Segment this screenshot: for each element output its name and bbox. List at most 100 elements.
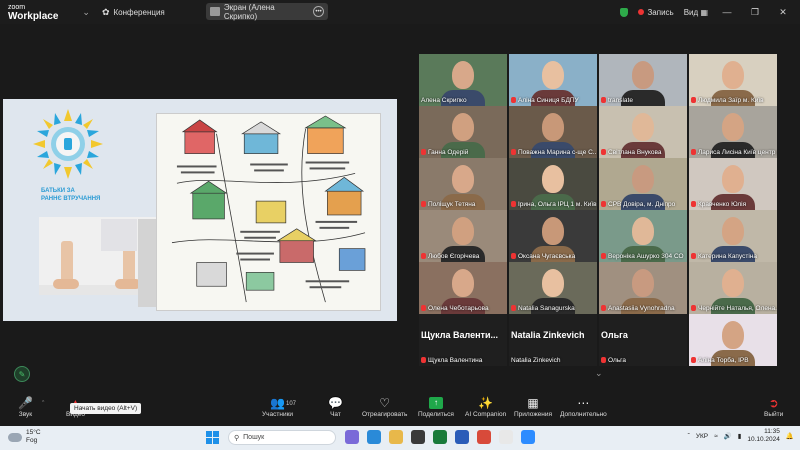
participant-name-text: Чернійте Наталья, Олена...	[698, 305, 777, 312]
tray-caret-icon[interactable]: ˆ	[688, 433, 690, 440]
paw-icon: ✿	[101, 6, 110, 17]
more-options-icon[interactable]: •••	[313, 6, 324, 17]
participant-tile[interactable]: Чернійте Наталья, Олена...	[689, 262, 777, 314]
participant-tile[interactable]: Поважна Марина с-ще С...	[509, 106, 597, 158]
zoom-app-icon[interactable]	[521, 430, 535, 444]
participant-name: Natalia Sanagurska	[509, 304, 597, 314]
mic-muted-icon	[691, 97, 696, 103]
participant-tile[interactable]: Лариса Лисіна Київ центр р...	[689, 106, 777, 158]
participant-tile[interactable]: Кравченко Юлія	[689, 158, 777, 210]
mic-muted-icon	[511, 201, 516, 207]
share-button[interactable]: ↑ Поделиться	[418, 395, 454, 418]
conference-button[interactable]: ✿ Конференция	[102, 7, 165, 18]
windows-start-icon[interactable]	[206, 431, 219, 444]
weather-widget[interactable]: 15°C Fog	[8, 429, 41, 445]
chat-button[interactable]: 💬 Чат	[328, 395, 343, 418]
react-button[interactable]: ♡ Отреагировать	[362, 395, 407, 418]
participant-tile[interactable]: Алена Скрипко	[419, 54, 507, 106]
language-indicator[interactable]: УКР	[696, 433, 708, 440]
participant-tile[interactable]: Вероніка Ашурко 304 СО	[599, 210, 687, 262]
participant-tile[interactable]: translate	[599, 54, 687, 106]
participant-tile[interactable]: Natalia Zinkevich Natalia Zinkevich	[509, 314, 597, 366]
shield-icon[interactable]	[620, 7, 629, 17]
file-explorer-icon[interactable]	[389, 430, 403, 444]
audio-options-caret-icon[interactable]: ˆ	[42, 401, 44, 408]
search-placeholder: Пошук	[243, 434, 265, 441]
participant-name: Natalia Zinkevich	[509, 356, 597, 366]
edge-icon[interactable]	[367, 430, 381, 444]
participant-name: Ольга	[599, 356, 687, 366]
sparkle-icon: ✨	[478, 396, 494, 410]
participant-name: Лариса Лисіна Київ центр р...	[689, 148, 777, 158]
close-button[interactable]: ✕	[774, 7, 792, 18]
participant-tile[interactable]: СРВ Довіра, м. Дніпро	[599, 158, 687, 210]
more-button[interactable]: ⋯ Дополнительно	[560, 395, 607, 418]
view-menu[interactable]: Вид ▦	[684, 8, 708, 17]
gallery-next-page-icon[interactable]: ⌄	[595, 368, 603, 379]
participant-face	[632, 269, 654, 297]
participants-count: 107	[286, 401, 297, 407]
mic-muted-icon	[601, 305, 606, 311]
minimize-button[interactable]: —	[718, 7, 736, 17]
annotate-pencil-icon[interactable]: ✎	[14, 366, 30, 382]
participant-name-text: translate	[608, 97, 633, 104]
apps-button[interactable]: ▦ Приложения	[514, 395, 552, 418]
store-icon[interactable]	[411, 430, 425, 444]
screen-icon	[210, 7, 220, 16]
word-icon[interactable]	[455, 430, 469, 444]
participant-name-text: Людмила Заїр м. Київ	[698, 97, 764, 104]
participant-name: Любов Єгорічева	[419, 252, 507, 262]
participant-name: Світлана Внукова	[599, 148, 687, 158]
taskbar-search[interactable]: ⚲ Пошук	[228, 430, 336, 445]
speaker-icon[interactable]: 🔊	[724, 432, 732, 440]
battery-icon[interactable]: ▮	[738, 432, 742, 440]
participant-tile[interactable]: Ірина, Ольга ІРЦ 1 м. Київ	[509, 158, 597, 210]
participant-name-text: Лариса Лисіна Київ центр р...	[698, 149, 777, 156]
participant-tile[interactable]: Ганна Одерій	[419, 106, 507, 158]
mail-icon[interactable]	[477, 430, 491, 444]
participant-name-text: Оксана Чугаєвська	[518, 253, 576, 260]
participant-face	[452, 217, 474, 245]
participant-tile[interactable]: Щукла Валенти... Щукла Валентина	[419, 314, 507, 366]
mic-muted-icon	[601, 149, 606, 155]
mic-muted-icon	[421, 201, 426, 207]
leave-button[interactable]: ➲ Выйти	[764, 395, 783, 418]
participant-tile[interactable]: Любов Єгорічева	[419, 210, 507, 262]
clock[interactable]: 11:35 10.10.2024	[747, 428, 780, 444]
screen-share-pill[interactable]: Экран (Алена Скрипко) •••	[206, 3, 328, 21]
mic-muted-icon	[601, 357, 606, 363]
participant-name-text: Anastasiia Vynohradna	[608, 305, 675, 312]
shared-screen: БАТЬКИ ЗА РАННЄ ВТРУЧАННЯ	[3, 99, 397, 321]
notification-bell-icon[interactable]: 🔔	[786, 432, 794, 440]
chrome-icon[interactable]	[499, 430, 513, 444]
participant-face	[722, 321, 744, 349]
ai-label: AI Companion	[465, 411, 507, 418]
logo-line2: Workplace	[8, 11, 59, 22]
ai-companion-button[interactable]: ✨ AI Companion	[465, 395, 506, 418]
wifi-icon[interactable]: ≈	[714, 433, 718, 440]
participant-tile[interactable]: Олена Чеботарьова	[419, 262, 507, 314]
share-arrow-icon: ↑	[428, 397, 443, 409]
participant-name-text: Поважна Марина с-ще С...	[518, 149, 597, 156]
participant-name-text: Аліна Торба, ІРВ	[698, 357, 749, 364]
mic-muted-icon	[421, 149, 426, 155]
teams-icon[interactable]	[345, 430, 359, 444]
chevron-down-icon[interactable]: ⌄	[82, 7, 90, 18]
apps-label: Приложения	[514, 411, 553, 418]
participant-tile[interactable]: Оксана Чугаєвська	[509, 210, 597, 262]
participant-tile[interactable]: Катерина Капустіна	[689, 210, 777, 262]
participant-tile[interactable]: Natalia Sanagurska	[509, 262, 597, 314]
restore-button[interactable]: ❐	[746, 7, 764, 18]
excel-icon[interactable]	[433, 430, 447, 444]
audio-button[interactable]: 🎤 Звук	[18, 395, 33, 418]
participant-tile[interactable]: Аліна Торба, ІРВ	[689, 314, 777, 366]
participant-tile[interactable]: Ольга Ольга	[599, 314, 687, 366]
participant-face	[722, 217, 744, 245]
heart-icon: ♡	[379, 396, 391, 410]
participant-tile[interactable]: Anastasiia Vynohradna	[599, 262, 687, 314]
record-indicator[interactable]: Запись	[638, 8, 674, 17]
participant-tile[interactable]: Аліна Синиця БДПУ	[509, 54, 597, 106]
participant-tile[interactable]: Світлана Внукова	[599, 106, 687, 158]
participant-tile[interactable]: Людмила Заїр м. Київ	[689, 54, 777, 106]
participant-tile[interactable]: Поліщук Тетяна	[419, 158, 507, 210]
